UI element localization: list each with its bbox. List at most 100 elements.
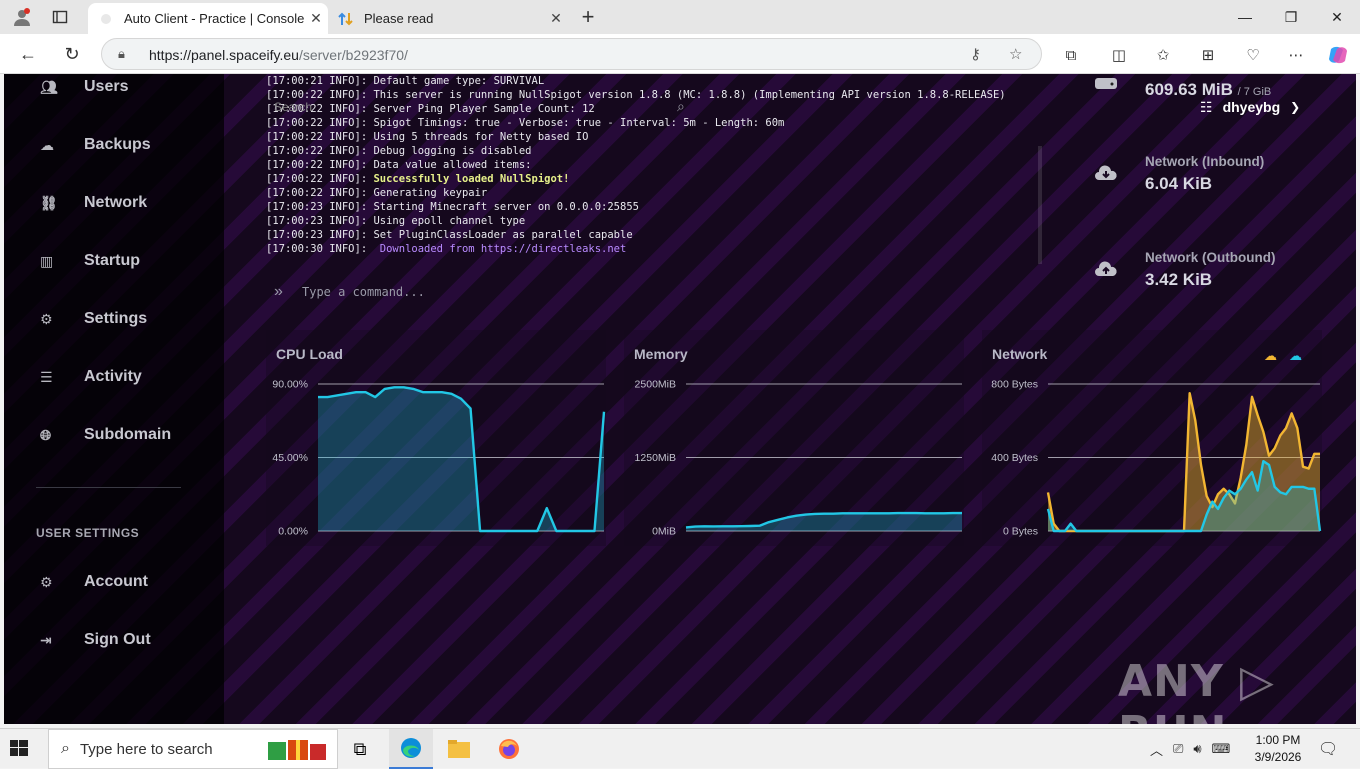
firefox-icon[interactable] xyxy=(487,729,531,769)
sidebar-item-activity[interactable]: ☰ Activity xyxy=(40,362,142,392)
browser-essentials-icon[interactable]: ♡ xyxy=(1240,44,1266,66)
cogs-icon: ⚙ xyxy=(40,573,53,590)
address-bar[interactable]: 🔒︎ https://panel.spaceify.eu/server/b292… xyxy=(101,38,1042,70)
tab-title: Auto Client - Practice | Console xyxy=(124,11,304,26)
y-tick-label: 0MiB xyxy=(652,526,676,538)
taskbar: ⌕ Type here to search ⧉ ︿ ⎚ 🔊︎ ⌨ 1:00 PM… xyxy=(0,728,1360,769)
tab-title: Please read xyxy=(364,11,434,26)
task-view-icon[interactable]: ⧉ xyxy=(338,729,382,769)
sidebar-item-sign-out[interactable]: ⇥ Sign Out xyxy=(40,625,151,655)
y-tick-label: 400 Bytes xyxy=(991,452,1038,464)
console-message: Generating keypair xyxy=(373,187,488,199)
close-tab-icon[interactable]: ✕ xyxy=(304,10,328,27)
console-line: [17:00:22 INFO]: Generating keypair xyxy=(266,186,1046,200)
y-tick-label: 90.00% xyxy=(272,379,308,391)
taskbar-clock[interactable]: 1:00 PM 3/9/2026 xyxy=(1244,732,1312,766)
y-tick-label: 2500MiB xyxy=(635,379,676,391)
console-timestamp: [17:00:30 INFO]: xyxy=(266,243,374,255)
y-tick-label: 0.00% xyxy=(278,526,308,538)
network-chart-card: Network ☁ ☁ 800 Bytes 400 Bytes 0 Bytes xyxy=(982,330,1322,546)
url-text: https://panel.spaceify.eu/server/b2923f7… xyxy=(149,47,408,63)
sidebar-item-backups[interactable]: ☁ Backups xyxy=(40,130,151,160)
volume-icon[interactable]: 🔊︎ xyxy=(1193,741,1201,757)
reload-icon[interactable]: ↻ xyxy=(57,40,87,68)
chevron-up-icon[interactable]: ︿ xyxy=(1150,740,1163,759)
console-message: Using epoll channel type xyxy=(373,215,526,227)
console-line: [17:00:22 INFO]: Server Ping Player Samp… xyxy=(266,102,1046,116)
console-message: Set PluginClassLoader as parallel capabl… xyxy=(373,229,633,241)
lock-icon[interactable]: 🔒︎ xyxy=(118,46,125,62)
sidebar-item-startup[interactable]: ▥ Startup xyxy=(40,246,140,276)
console-search-label: Search xyxy=(274,100,313,114)
key-icon[interactable]: ⚷ xyxy=(970,45,981,63)
browser-tab-bar: Auto Client - Practice | Console ✕ Pleas… xyxy=(0,0,1360,34)
console-message: This server is running NullSpigot versio… xyxy=(373,89,1006,101)
sidebar-item-account[interactable]: ⚙ Account xyxy=(40,567,148,597)
tab-console[interactable]: Auto Client - Practice | Console ✕ xyxy=(88,3,328,34)
copilot-icon[interactable] xyxy=(1325,44,1351,66)
sidebar-item-users[interactable]: 👥︎ Users xyxy=(40,74,128,102)
network-icon: ⛓ xyxy=(40,194,58,211)
extensions-icon[interactable]: ⧉ xyxy=(1058,44,1084,66)
console-output[interactable]: [17:00:21 INFO]: Default game type: SURV… xyxy=(266,74,1046,314)
list-icon: ☰ xyxy=(40,368,53,385)
search-icon: ⌕ xyxy=(61,740,70,757)
tab-please-read[interactable]: Please read ✕ xyxy=(328,3,568,34)
taskbar-search-placeholder: Type here to search xyxy=(79,740,213,758)
sidebar-divider xyxy=(36,487,181,488)
more-menu-icon[interactable]: ⋯ xyxy=(1283,44,1309,66)
console-message: Successfully loaded NullSpigot! xyxy=(373,173,570,185)
chevron-down-icon: ❯ xyxy=(1290,100,1301,114)
console-message: Spigot Timings: true - Verbose: true - I… xyxy=(373,117,785,129)
clock-date: 3/9/2026 xyxy=(1254,750,1302,764)
notification-icon[interactable]: 🗨︎ xyxy=(1318,729,1338,769)
console-message: Downloaded from https://directleaks.net xyxy=(373,243,627,255)
prompt-chevron-icon: » xyxy=(274,283,283,300)
favorite-star-icon[interactable]: ☆ xyxy=(1009,45,1022,63)
edge-browser-icon[interactable] xyxy=(389,729,433,769)
console-timestamp: [17:00:22 INFO]: xyxy=(266,131,374,143)
console-timestamp: [17:00:21 INFO]: xyxy=(266,75,374,87)
user-menu[interactable]: ☷ dhyeybg ❯ xyxy=(1200,96,1300,118)
keyboard-layout-icon[interactable]: ⌨ xyxy=(1212,741,1231,757)
new-tab-icon[interactable]: + xyxy=(574,4,602,30)
back-icon[interactable]: ← xyxy=(13,40,43,68)
search-icon[interactable]: ⌕ xyxy=(677,98,685,115)
y-tick-label: 800 Bytes xyxy=(991,379,1038,391)
memory-chart: 2500MiB 1250MiB 0MiB xyxy=(635,379,962,538)
outbound-label: Network (Outbound) xyxy=(1145,250,1276,265)
network-status-icon[interactable]: ⎚ xyxy=(1173,741,1183,757)
console-line: [17:00:22 INFO]: Spigot Timings: true - … xyxy=(266,116,1046,130)
close-window-icon[interactable]: ✕ xyxy=(1314,0,1360,34)
console-scrollbar[interactable] xyxy=(1038,146,1042,264)
collections-icon[interactable]: ⊞ xyxy=(1195,44,1221,66)
console-timestamp: [17:00:22 INFO]: xyxy=(266,187,374,199)
split-screen-icon[interactable]: ◫ xyxy=(1106,44,1132,66)
tab-actions-icon[interactable] xyxy=(46,4,74,30)
sidebar-item-network[interactable]: ⛓ Network xyxy=(40,188,147,218)
console-timestamp: [17:00:23 INFO]: xyxy=(266,229,374,241)
console-message: Using 5 threads for Netty based IO xyxy=(373,131,589,143)
windows-start-icon[interactable] xyxy=(8,737,36,761)
chart-bar-icon: ▥ xyxy=(40,252,54,269)
command-input[interactable] xyxy=(302,285,1002,299)
console-line: [17:00:22 INFO]: Successfully loaded Nul… xyxy=(266,172,1046,186)
profile-icon[interactable] xyxy=(8,4,36,30)
arrows-favicon-icon xyxy=(338,11,354,27)
command-row: » xyxy=(266,279,1036,305)
minimize-icon[interactable]: — xyxy=(1222,0,1268,34)
y-tick-label: 45.00% xyxy=(272,452,308,464)
sidebar-item-settings[interactable]: ⚙ Settings xyxy=(40,304,147,334)
restore-icon[interactable]: ❐ xyxy=(1268,0,1314,34)
spaceify-favicon-icon xyxy=(98,11,114,27)
memory-chart-card: Memory 2500MiB 1250MiB 0MiB xyxy=(624,330,964,546)
gift-widget-icon[interactable] xyxy=(262,729,334,769)
sidebar-item-subdomain[interactable]: 🌐︎ Subdomain xyxy=(40,420,171,450)
cpu-chart: 90.00% 45.00% 0.00% xyxy=(272,379,606,538)
favorites-icon[interactable]: ✩ xyxy=(1150,44,1176,66)
close-tab-icon[interactable]: ✕ xyxy=(544,10,568,27)
series-area xyxy=(686,513,962,531)
file-explorer-icon[interactable] xyxy=(437,729,481,769)
console-message: Server Ping Player Sample Count: 12 xyxy=(373,103,595,115)
series-area xyxy=(318,387,604,531)
